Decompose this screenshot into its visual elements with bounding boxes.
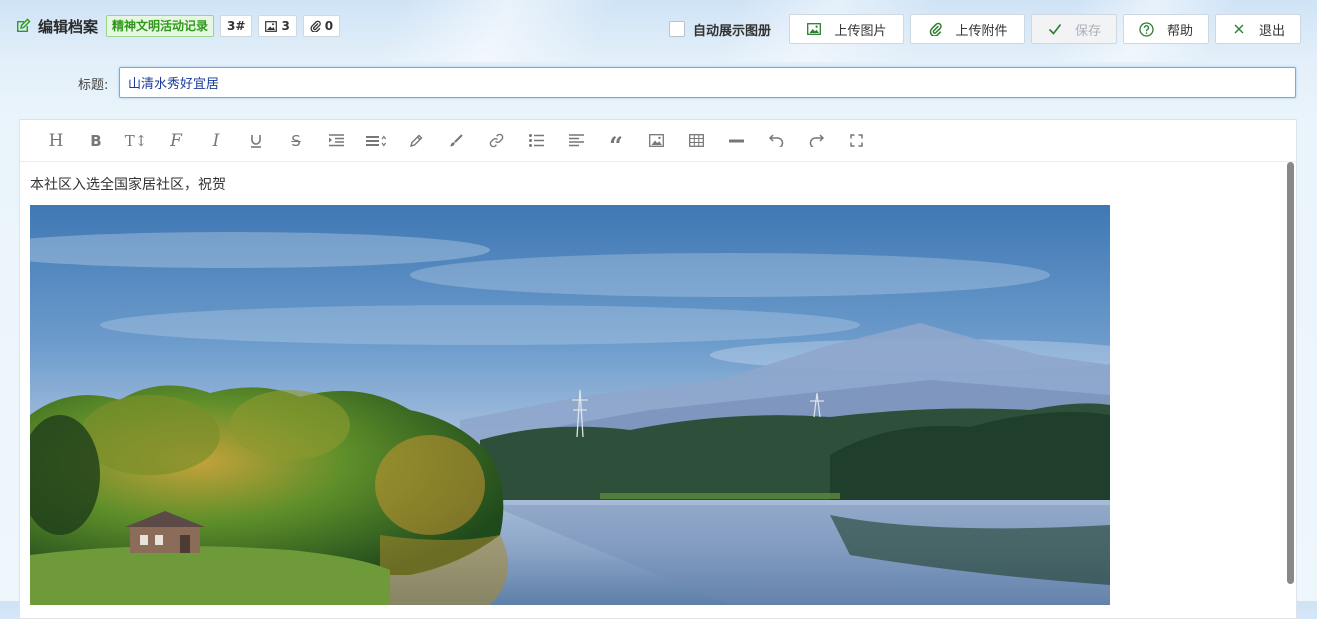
close-icon xyxy=(1231,21,1247,37)
editor-toolbar: H B T↕ F I S “ xyxy=(20,120,1296,162)
fullscreen-icon[interactable] xyxy=(836,121,876,161)
auto-show-album-checkbox[interactable] xyxy=(668,21,685,37)
upload-attachment-label: 上传附件 xyxy=(955,23,1008,39)
heading-icon[interactable]: H xyxy=(36,121,76,161)
exit-button[interactable]: 退出 xyxy=(1215,14,1301,44)
redo-icon[interactable] xyxy=(796,121,836,161)
image-icon xyxy=(265,20,278,32)
align-left-icon[interactable] xyxy=(556,121,596,161)
upload-image-button[interactable]: 上传图片 xyxy=(789,14,904,44)
check-icon xyxy=(1047,21,1063,37)
header-left: 编辑档案 精神文明活动记录 3# 3 0 xyxy=(14,14,341,38)
editor-content[interactable]: 本社区入选全国家居社区，祝贺 xyxy=(30,174,1282,194)
paperclip-icon xyxy=(310,20,321,32)
underline-icon[interactable] xyxy=(236,121,276,161)
auto-show-album-label: 自动展示图册 xyxy=(692,23,771,39)
help-icon xyxy=(1139,21,1155,37)
line-height-icon[interactable] xyxy=(356,121,396,161)
header-actions: 自动展示图册 上传图片 上传附件 保存 帮助 退出 xyxy=(668,14,1301,44)
font-family-icon[interactable]: F xyxy=(156,121,196,161)
number-chip-label: 3# xyxy=(227,19,246,33)
help-button[interactable]: 帮助 xyxy=(1123,14,1209,44)
image-count: 3 xyxy=(281,19,290,33)
pencil-icon[interactable] xyxy=(396,121,436,161)
indent-icon[interactable] xyxy=(316,121,356,161)
title-label: 标题: xyxy=(78,78,109,93)
editor-scrollbar[interactable] xyxy=(1287,162,1294,584)
auto-show-album-toggle[interactable]: 自动展示图册 xyxy=(668,20,771,39)
list-icon[interactable] xyxy=(516,121,556,161)
link-icon[interactable] xyxy=(476,121,516,161)
upload-image-label: 上传图片 xyxy=(834,23,887,39)
paperclip-icon xyxy=(927,21,943,37)
page-title: 编辑档案 xyxy=(38,17,99,36)
title-input[interactable] xyxy=(119,67,1296,98)
exit-label: 退出 xyxy=(1258,23,1285,39)
attachment-count: 0 xyxy=(324,19,334,33)
bold-icon[interactable]: B xyxy=(76,121,116,161)
save-button[interactable]: 保存 xyxy=(1031,14,1117,44)
editor-body-text: 本社区入选全国家居社区，祝贺 xyxy=(30,177,226,193)
landscape-photo xyxy=(30,205,1110,605)
undo-icon[interactable] xyxy=(756,121,796,161)
image-icon[interactable] xyxy=(636,121,676,161)
strikethrough-icon[interactable]: S xyxy=(276,121,316,161)
table-icon[interactable] xyxy=(676,121,716,161)
image-count-chip: 3 xyxy=(258,15,297,37)
upload-attachment-button[interactable]: 上传附件 xyxy=(910,14,1025,44)
image-icon xyxy=(806,21,822,37)
horizontal-rule-icon[interactable] xyxy=(716,121,756,161)
category-tag: 精神文明活动记录 xyxy=(106,15,215,37)
rich-text-editor: H B T↕ F I S “ 本社区入选全国家居社区，祝贺 xyxy=(19,119,1297,619)
attachment-count-chip: 0 xyxy=(302,15,341,37)
text-size-icon[interactable]: T↕ xyxy=(116,121,156,161)
brush-icon[interactable] xyxy=(436,121,476,161)
save-label: 保存 xyxy=(1074,23,1101,39)
help-label: 帮助 xyxy=(1166,23,1193,39)
number-chip: 3# xyxy=(220,15,253,37)
edit-icon xyxy=(14,17,32,35)
quote-icon[interactable]: “ xyxy=(596,121,636,161)
italic-icon[interactable]: I xyxy=(196,121,236,161)
